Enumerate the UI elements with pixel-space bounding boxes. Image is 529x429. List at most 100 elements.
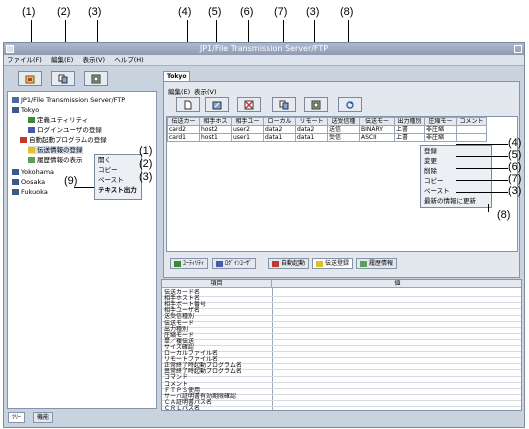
column-header[interactable]: 相手ホス <box>199 117 232 126</box>
paste-icon <box>311 100 321 109</box>
tab-utility[interactable]: ﾕｰﾃｨﾘﾃｨ <box>170 258 209 269</box>
column-header[interactable]: 相手ユー <box>231 117 264 126</box>
copy-button-right[interactable] <box>272 97 296 112</box>
menu-item-modify[interactable]: 変更 <box>421 156 491 166</box>
column-header[interactable]: リモート <box>295 117 328 126</box>
table-cell: data1 <box>263 133 296 142</box>
maximize-icon[interactable] <box>514 45 522 53</box>
tree-item-autostart[interactable]: 自動起動プログラムの登録 <box>20 136 107 144</box>
column-header[interactable]: 伝送モー <box>359 117 395 126</box>
column-header[interactable]: 出力種別 <box>394 117 425 126</box>
menu-item-open[interactable]: 開く <box>95 155 141 165</box>
menu-file[interactable]: ファイル(F) <box>7 55 42 66</box>
main-menubar: ファイル(F) 編集(E) 表示(V) ヘルプ(H) <box>4 55 524 66</box>
property-header-item: 項目 <box>162 280 272 288</box>
table-cell: data1 <box>295 133 328 142</box>
tree-root[interactable]: JP1/File Transmission Server/FTP <box>12 96 125 104</box>
system-menu-icon[interactable] <box>6 45 14 53</box>
tab-tree[interactable]: ﾂﾘｰ <box>8 412 26 423</box>
window-title: JP1/File Transmission Server/FTP <box>4 43 524 55</box>
copy-icon <box>279 100 289 109</box>
column-header[interactable]: 送受信種 <box>327 117 360 126</box>
callout-label: (7) <box>508 173 522 185</box>
callout-label: (6) <box>508 161 522 173</box>
table-cell: user1 <box>231 133 264 142</box>
callout-label: (1) <box>139 145 153 157</box>
tree-item-transfer[interactable]: 伝送情報の登録 <box>28 146 83 154</box>
paste-icon <box>91 74 101 83</box>
callout-label: (3) <box>88 6 102 18</box>
host-icon <box>12 169 19 175</box>
tab-function[interactable]: 機能 <box>33 412 54 423</box>
table-cell: 上書 <box>394 133 425 142</box>
host-icon <box>12 189 19 195</box>
column-header[interactable]: 伝送カー <box>167 117 200 126</box>
table-cell: card2 <box>167 125 200 134</box>
refresh-icon <box>346 100 354 109</box>
menu-item-refresh[interactable]: 最新の情報に更新 <box>421 196 491 206</box>
tree-node-fukuoka[interactable]: Fukuoka <box>12 188 48 196</box>
paste-button-right[interactable] <box>304 97 328 112</box>
paste-button[interactable] <box>84 71 108 86</box>
tab-login-user[interactable]: ﾛｸﾞｲﾝﾕｰｻﾞ <box>212 258 257 269</box>
tree-panel: JP1/File Transmission Server/FTP Tokyo 定… <box>7 91 157 409</box>
modify-button[interactable] <box>205 97 229 112</box>
table-cell: ASCII <box>359 133 395 142</box>
tab-autostart[interactable]: 自動起動 <box>268 258 310 269</box>
copy-button[interactable] <box>51 71 75 86</box>
menu-item-paste[interactable]: ペースト <box>421 186 491 196</box>
tree-node-tokyo[interactable]: Tokyo <box>12 106 39 114</box>
callout-label: (3) <box>508 185 522 197</box>
open-icon <box>25 75 35 83</box>
menu-item-copy[interactable]: コピー <box>421 176 491 186</box>
callout-label: (8) <box>340 6 354 18</box>
callout-label: (5) <box>508 149 522 161</box>
property-header-value: 値 <box>394 280 401 287</box>
callout-label: (3) <box>306 6 320 18</box>
modify-icon <box>212 101 222 109</box>
menu-view[interactable]: 表示(V) <box>82 55 105 66</box>
server-icon <box>12 97 19 103</box>
tree-item-login-user[interactable]: ログインユーザの登録 <box>28 126 102 134</box>
host-icon <box>12 179 19 185</box>
tree-context-menu: 開く コピー ペースト テキスト出力 <box>94 154 142 200</box>
menu-item-register[interactable]: 登録 <box>421 146 491 156</box>
column-header[interactable]: 圧縮モー <box>424 117 457 126</box>
table-cell: BINARY <box>359 125 395 134</box>
delete-button[interactable] <box>237 97 261 112</box>
tree-item-utility[interactable]: 定義ユティリティ <box>28 116 88 124</box>
tree-node-yokohama[interactable]: Yokohama <box>12 168 54 176</box>
callout-label: (4) <box>508 137 522 149</box>
table-cell <box>456 125 487 134</box>
menu-item-text-output[interactable]: テキスト出力 <box>95 185 141 195</box>
tree-item-history[interactable]: 履歴情報の表示 <box>28 156 83 164</box>
refresh-button[interactable] <box>338 97 362 112</box>
menu-item-paste[interactable]: ペースト <box>95 175 141 185</box>
menu-edit[interactable]: 編集(E) <box>51 55 73 66</box>
property-row[interactable]: ＣＲＬパス名 <box>162 405 521 410</box>
table-row[interactable]: card1 host1 user1 data1 data1 受信 ASCII 上… <box>167 133 487 142</box>
list-context-menu: 登録 変更 削除 コピー ペースト 最新の情報に更新 <box>420 145 492 208</box>
table-cell: data2 <box>263 125 296 134</box>
right-menu-view[interactable]: 表示(V) <box>194 86 217 96</box>
menu-item-copy[interactable]: コピー <box>95 165 141 175</box>
user-icon <box>216 260 223 267</box>
callout-label: (2) <box>57 6 71 18</box>
tree-node-oosaka[interactable]: Oosaka <box>12 178 45 186</box>
right-menu-edit[interactable]: 編集(E) <box>168 86 190 96</box>
tab-transfer[interactable]: 伝送登録 <box>312 258 354 269</box>
tab-history[interactable]: 履歴情報 <box>356 258 398 269</box>
callout-label: (2) <box>139 158 153 170</box>
callout-label: (9) <box>64 175 78 187</box>
autostart-icon <box>20 137 27 143</box>
open-button[interactable] <box>18 71 42 86</box>
property-header: 項目 値 <box>162 280 521 288</box>
callout-label: (1) <box>22 6 36 18</box>
column-header[interactable]: ローカル <box>263 117 296 126</box>
callout-label: (6) <box>240 6 254 18</box>
column-header[interactable]: コメント <box>456 117 487 126</box>
transfer-table: 伝送カー 相手ホス 相手ユー ローカル リモート 送受信種 伝送モー 出力種別 … <box>167 117 487 142</box>
table-row[interactable]: card2 host2 user2 data2 data2 送信 BINARY … <box>167 125 487 134</box>
menu-help[interactable]: ヘルプ(H) <box>114 55 143 66</box>
new-button[interactable] <box>176 97 200 112</box>
